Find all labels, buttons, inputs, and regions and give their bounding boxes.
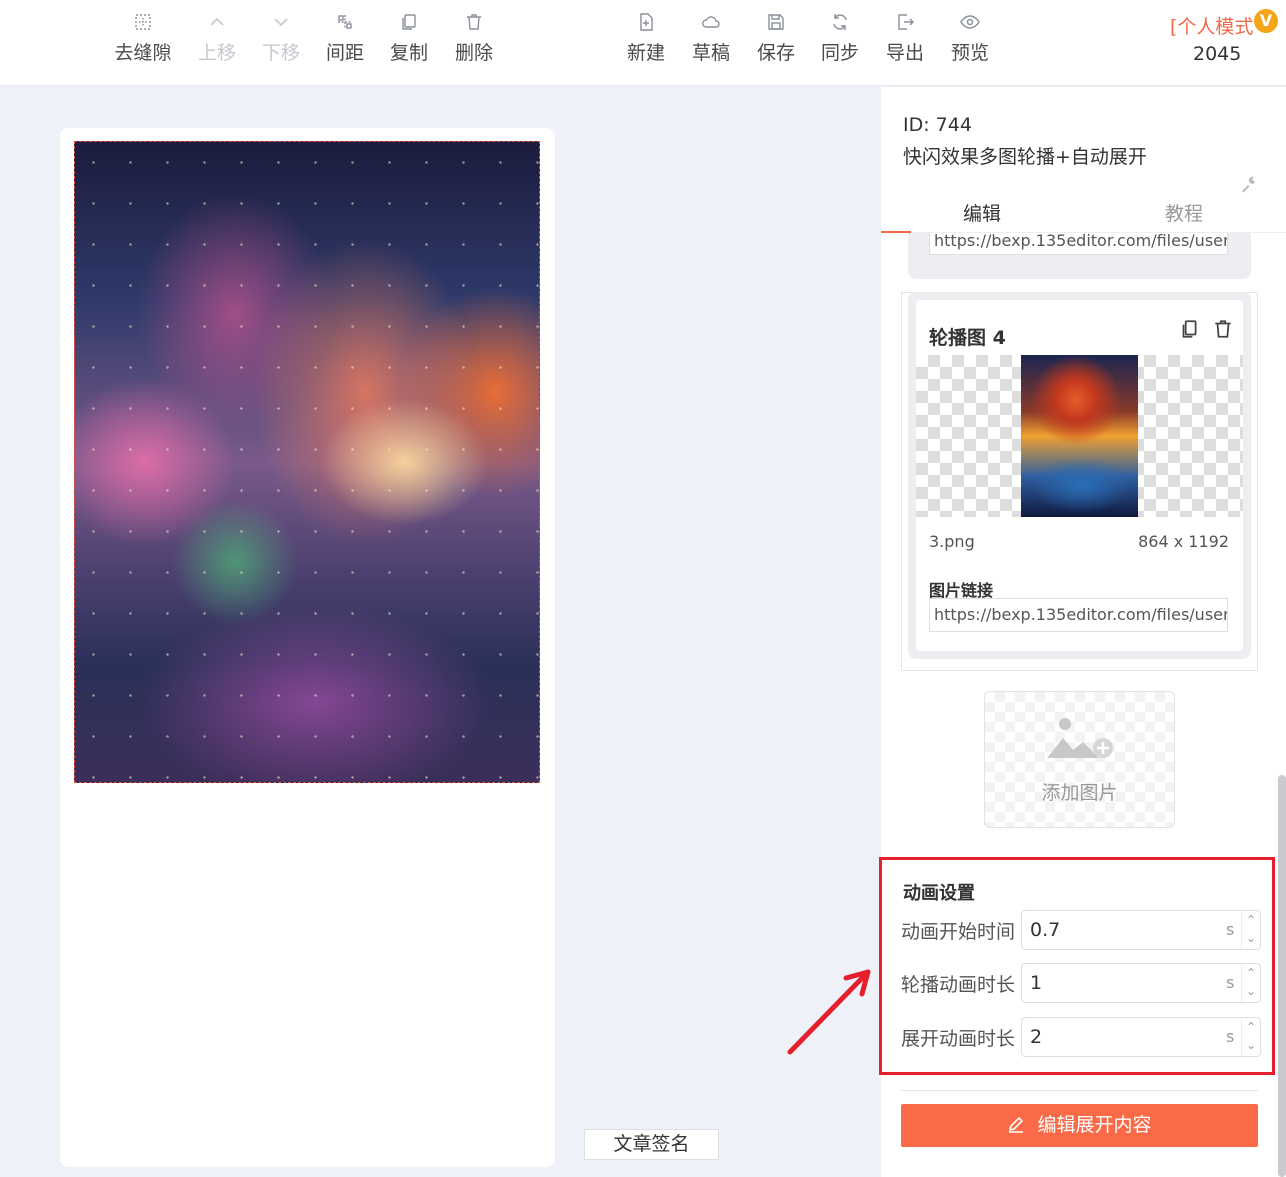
eye-icon (960, 12, 980, 32)
personal-mode-link[interactable]: [个人模式 (1170, 12, 1253, 39)
user-count: 2045 (1193, 43, 1242, 65)
thumbnail-image (1021, 355, 1138, 517)
move-up-button[interactable]: 上移 (185, 12, 249, 65)
annotation-arrow-icon (787, 969, 871, 1055)
trash-icon[interactable] (1212, 318, 1234, 340)
new-label: 新建 (626, 42, 665, 64)
wrench-icon[interactable] (1239, 176, 1257, 194)
edit-expand-content-label: 编辑展开内容 (1037, 1114, 1152, 1136)
spacing-icon (335, 12, 355, 32)
grid-dashed-icon (133, 12, 153, 32)
tab-edit[interactable]: 编辑 (881, 199, 1083, 226)
edit-expand-content-button[interactable]: 编辑展开内容 (901, 1104, 1258, 1147)
carousel-preview-image[interactable] (74, 141, 540, 783)
draft-label: 草稿 (691, 42, 730, 64)
tab-tutorial[interactable]: 教程 (1083, 199, 1285, 226)
move-up-label: 上移 (197, 42, 236, 64)
article-signature-button[interactable]: 文章签名 (584, 1129, 719, 1160)
trash-icon (464, 12, 484, 32)
export-icon (895, 12, 915, 32)
preview-label: 预览 (950, 42, 989, 64)
copy-button[interactable]: 复制 (377, 12, 441, 65)
panel-scrollbar[interactable] (1278, 775, 1286, 1177)
image-dimensions: 864 x 1192 (1138, 532, 1229, 551)
delete-label: 删除 (454, 42, 493, 64)
add-image-label: 添加图片 (1041, 782, 1118, 804)
template-id: ID: 744 (903, 114, 972, 136)
vip-badge: V (1254, 9, 1278, 33)
new-file-icon (636, 12, 656, 32)
previous-carousel-card: https://bexp.135editor.com/files/users/ (908, 233, 1251, 279)
carousel-card-4: 轮播图 4 3.png 864 x 1192 图片链接 https://bexp… (908, 292, 1251, 659)
image-link-input[interactable]: https://bexp.135editor.com/files/users/ (929, 598, 1228, 632)
chevron-up-icon (207, 12, 227, 32)
spacing-label: 间距 (325, 42, 364, 64)
preview-button[interactable]: 预览 (938, 12, 1002, 65)
delete-button[interactable]: 删除 (442, 12, 506, 65)
carousel-image-thumbnail[interactable] (916, 355, 1243, 517)
save-button[interactable]: 保存 (744, 12, 808, 65)
divider (901, 1090, 1258, 1091)
spacing-button[interactable]: 间距 (313, 12, 377, 65)
image-file-name: 3.png (929, 532, 975, 551)
template-title: 快闪效果多图轮播+自动展开 (903, 146, 1147, 168)
animation-settings-highlight (879, 857, 1275, 1075)
draft-button[interactable]: 草稿 (679, 12, 743, 65)
top-toolbar: 去缝隙 上移 下移 间距 复制 删除 新建 草稿 保存 同步 导出 预览 [个人… (0, 0, 1286, 86)
pen-icon (1007, 1106, 1025, 1133)
add-image-button[interactable]: 添加图片 (984, 691, 1175, 828)
sync-button[interactable]: 同步 (808, 12, 872, 65)
carousel-card-title: 轮播图 4 (929, 327, 1006, 349)
panel-tabs: 编辑 教程 (881, 195, 1286, 233)
new-button[interactable]: 新建 (614, 12, 678, 65)
copy-label: 复制 (389, 42, 428, 64)
add-image-icon (1045, 714, 1115, 764)
save-icon (766, 12, 786, 32)
chevron-down-icon (271, 12, 291, 32)
sync-icon (830, 12, 850, 32)
save-label: 保存 (756, 42, 795, 64)
move-down-label: 下移 (261, 42, 300, 64)
sync-label: 同步 (820, 42, 859, 64)
copy-icon[interactable] (1178, 318, 1200, 340)
move-down-button[interactable]: 下移 (249, 12, 313, 65)
cloud-icon (701, 12, 721, 32)
copy-icon (399, 12, 419, 32)
export-label: 导出 (885, 42, 924, 64)
carousel-card-body: 轮播图 4 3.png 864 x 1192 图片链接 https://bexp… (916, 300, 1243, 651)
remove-gap-label: 去缝隙 (114, 42, 172, 64)
previous-image-link-input[interactable]: https://bexp.135editor.com/files/users/ (929, 233, 1228, 255)
remove-gap-button[interactable]: 去缝隙 (111, 12, 175, 65)
export-button[interactable]: 导出 (873, 12, 937, 65)
